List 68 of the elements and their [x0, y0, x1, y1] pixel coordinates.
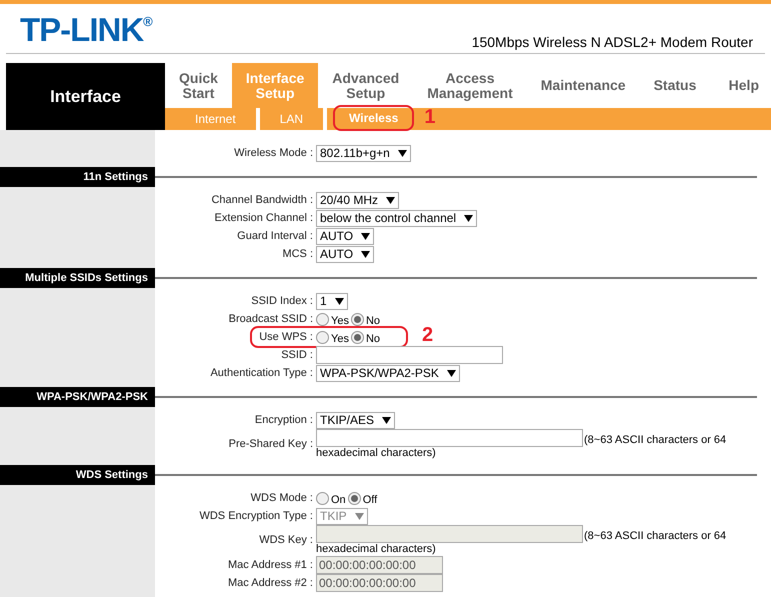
caret-icon	[446, 370, 456, 376]
field-label: SSID :	[281, 348, 313, 363]
caret-icon	[386, 196, 396, 204]
field-label: Broadcast SSID :	[228, 312, 313, 327]
field-label: Mac Address #1 :	[228, 558, 313, 573]
nav-tab[interactable]: Quick Start	[165, 63, 232, 108]
dropdown[interactable]: below the control channel	[316, 210, 478, 226]
field-label: Encryption :	[254, 412, 313, 428]
radio-button[interactable]	[348, 492, 361, 504]
nav-tab[interactable]: Status	[640, 63, 710, 108]
callout-number: 2	[422, 323, 434, 347]
field-label: Wireless Mode :	[234, 146, 313, 161]
hint-text: (8~63 ASCII characters or 64	[584, 530, 726, 543]
nav-tab[interactable]: Advanced Setup	[318, 63, 414, 108]
radio-label: Yes	[331, 332, 349, 344]
dropdown[interactable]: AUTO	[316, 228, 374, 244]
field-label: MCS :	[282, 246, 313, 262]
nav-tab[interactable]: Help	[714, 63, 771, 108]
section-heading: 11n Settings	[0, 167, 155, 187]
section-heading: Multiple SSIDs Settings	[0, 268, 155, 288]
dropdown[interactable]: WPA-PSK/WPA2-PSK	[316, 364, 460, 382]
nav-tab[interactable]: Maintenance	[526, 63, 640, 108]
hint-text: hexadecimal characters)	[316, 543, 437, 556]
radio-button[interactable]	[316, 312, 329, 326]
radio-label: On	[331, 494, 346, 506]
caret-icon	[361, 232, 370, 240]
hint-text: (8~63 ASCII characters or 64	[584, 434, 726, 447]
radio-button[interactable]	[350, 330, 364, 344]
radio-label: No	[366, 332, 380, 344]
logo: TP-LINK	[20, 12, 144, 48]
field-label: Use WPS :	[259, 330, 313, 345]
caret-icon	[361, 250, 370, 258]
field-label: Mac Address #2 :	[228, 576, 313, 591]
dropdown[interactable]: 20/40 MHz	[316, 192, 400, 208]
radio-label: Off	[362, 494, 378, 506]
radio-label: Yes	[331, 314, 349, 326]
field-label: WDS Mode :	[250, 490, 313, 506]
callout-number: 1	[424, 105, 436, 130]
dropdown[interactable]: TKIP/AES	[316, 412, 396, 428]
model-name: 150Mbps Wireless N ADSL2+ Modem Router	[472, 33, 753, 52]
radio-button[interactable]	[316, 492, 329, 504]
caret-icon	[382, 416, 392, 424]
input-field[interactable]	[316, 346, 503, 364]
field-label: Authentication Type :	[210, 366, 313, 381]
section-heading: WPA-PSK/WPA2-PSK	[0, 387, 155, 407]
radio-button[interactable]	[350, 312, 364, 326]
radio-label: No	[366, 314, 380, 326]
field-label: SSID Index :	[251, 294, 313, 309]
field-label: Pre-Shared Key :	[228, 437, 313, 452]
field-label: Guard Interval :	[237, 228, 313, 244]
hint-text: hexadecimal characters)	[316, 447, 437, 460]
caret-icon	[464, 214, 474, 222]
dropdown[interactable]: AUTO	[316, 246, 374, 262]
registered-mark: ®	[143, 13, 153, 29]
field-label: Channel Bandwidth :	[211, 192, 313, 208]
field-label: WDS Key :	[259, 533, 313, 548]
dropdown[interactable]: 1	[316, 292, 348, 310]
caret-icon	[398, 150, 407, 156]
input-field[interactable]	[316, 429, 583, 447]
field-label: WDS Encryption Type :	[199, 508, 313, 524]
section-heading: WDS Settings	[0, 465, 155, 485]
radio-button[interactable]	[316, 330, 329, 344]
dropdown[interactable]: 802.11b+g+n	[316, 144, 411, 162]
nav-tab[interactable]: Access Management	[413, 63, 527, 108]
field-label: Extension Channel :	[214, 210, 313, 226]
caret-icon	[354, 512, 364, 520]
section-title: Interface	[6, 63, 165, 130]
caret-icon	[334, 298, 344, 304]
